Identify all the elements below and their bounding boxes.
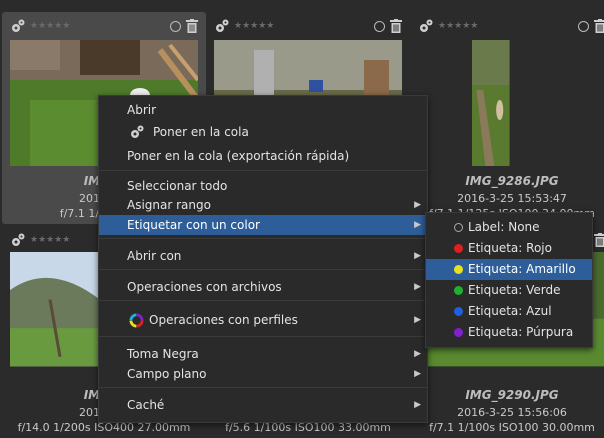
context-menu: Abrir Poner en la cola Poner en la cola … — [98, 95, 428, 423]
select-circle-icon[interactable] — [170, 20, 181, 32]
menu-item-profile-ops[interactable]: Operaciones con perfiles ▶ — [99, 310, 427, 330]
menu-separator — [99, 336, 427, 337]
gear-icon[interactable] — [10, 232, 26, 248]
menu-item-cache[interactable]: Caché ▶ — [99, 395, 427, 415]
submenu-arrow-icon: ▶ — [414, 251, 421, 261]
file-date: 2016-3-25 15:53:47 — [457, 192, 567, 205]
menu-separator — [99, 269, 427, 270]
menu-item-assign-range[interactable]: Asignar rango ▶ — [99, 195, 427, 215]
submenu-arrow-icon: ▶ — [414, 369, 421, 379]
photo-thumbnail[interactable] — [472, 40, 556, 166]
rating-stars[interactable]: ★★★★★ — [30, 18, 70, 34]
select-circle-icon[interactable] — [374, 20, 385, 32]
menu-item-file-ops[interactable]: Operaciones con archivos ▶ — [99, 277, 427, 297]
rating-stars[interactable]: ★★★★★ — [438, 18, 478, 34]
menu-item-open-with[interactable]: Abrir con ▶ — [99, 246, 427, 266]
menu-item-color-label[interactable]: Etiquetar con un color ▶ — [99, 215, 427, 235]
submenu-arrow-icon: ▶ — [414, 349, 421, 359]
menu-item-dark-frame[interactable]: Toma Negra ▶ — [99, 344, 427, 364]
menu-item-queue[interactable]: Poner en la cola — [99, 122, 427, 142]
menu-separator — [99, 238, 427, 239]
submenu-arrow-icon: ▶ — [414, 200, 421, 210]
gear-icon[interactable] — [214, 18, 230, 34]
trash-icon[interactable] — [594, 19, 604, 33]
menu-item-flat-field[interactable]: Campo plano ▶ — [99, 364, 427, 384]
green-dot-icon — [454, 286, 463, 295]
trash-icon[interactable] — [186, 19, 198, 33]
menu-separator — [99, 300, 427, 301]
submenu-arrow-icon: ▶ — [414, 315, 421, 325]
color-label-submenu: Label: None Etiqueta: Rojo Etiqueta: Ama… — [425, 212, 593, 348]
color-wheel-icon — [129, 313, 144, 328]
submenu-item-blue[interactable]: Etiqueta: Azul — [426, 301, 592, 322]
red-dot-icon — [454, 244, 463, 253]
gear-icon[interactable] — [10, 18, 26, 34]
menu-item-queue-fast[interactable]: Poner en la cola (exportación rápida) — [99, 146, 427, 166]
purple-dot-icon — [454, 328, 463, 337]
trash-icon[interactable] — [390, 19, 402, 33]
blue-dot-icon — [454, 307, 463, 316]
gear-icon[interactable] — [418, 18, 434, 34]
yellow-dot-icon — [454, 265, 463, 274]
trash-icon[interactable] — [594, 233, 604, 247]
submenu-item-red[interactable]: Etiqueta: Rojo — [426, 238, 592, 259]
submenu-arrow-icon: ▶ — [414, 282, 421, 292]
submenu-item-yellow[interactable]: Etiqueta: Amarillo — [426, 259, 592, 280]
file-exif: f/7.1 1/100s ISO100 30.00mm — [429, 421, 595, 434]
menu-item-select-all[interactable]: Seleccionar todo — [99, 176, 427, 196]
submenu-arrow-icon: ▶ — [414, 220, 421, 230]
gear-icon — [131, 125, 144, 138]
select-circle-icon[interactable] — [578, 20, 589, 32]
submenu-item-green[interactable]: Etiqueta: Verde — [426, 280, 592, 301]
submenu-item-purple[interactable]: Etiqueta: Púrpura — [426, 322, 592, 343]
rating-stars[interactable]: ★★★★★ — [30, 232, 70, 248]
menu-separator — [99, 170, 427, 171]
submenu-arrow-icon: ▶ — [414, 400, 421, 410]
thumbnail-3[interactable]: ★★★★★ IMG_9286.JPG 2016-3-25 15:53:47 f/… — [410, 12, 604, 224]
submenu-item-none[interactable]: Label: None — [426, 217, 592, 238]
empty-circle-icon — [454, 223, 463, 232]
file-name: IMG_9290.JPG — [465, 388, 559, 402]
menu-separator — [99, 387, 427, 388]
file-date: 2016-3-25 15:56:06 — [457, 406, 567, 419]
file-name: IMG_9286.JPG — [465, 174, 559, 188]
menu-item-open[interactable]: Abrir — [99, 100, 427, 120]
rating-stars[interactable]: ★★★★★ — [234, 18, 274, 34]
